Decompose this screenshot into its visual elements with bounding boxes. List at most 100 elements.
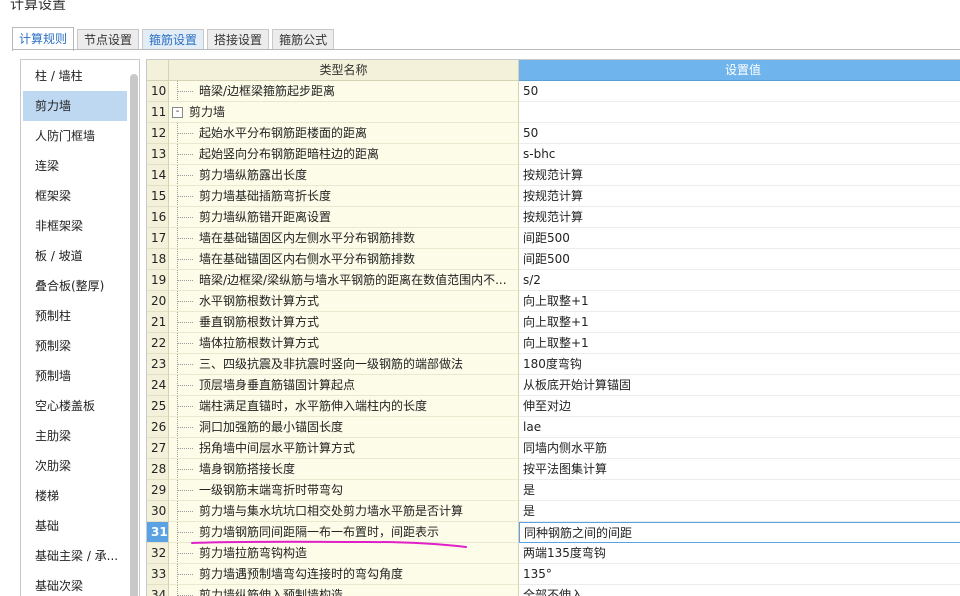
row-name-cell[interactable]: 垂直钢筋根数计算方式 bbox=[169, 312, 519, 333]
table-row[interactable]: 29 一级钢筋末端弯折时带弯勾 是 bbox=[147, 480, 960, 501]
row-name-cell[interactable]: 洞口加强筋的最小锚固长度 bbox=[169, 417, 519, 438]
sidebar-item[interactable]: 人防门框墙 bbox=[23, 121, 127, 151]
row-value-cell[interactable]: 向上取整+1 bbox=[519, 312, 960, 333]
row-value-cell[interactable]: 按规范计算 bbox=[519, 165, 960, 186]
table-row[interactable]: 23 三、四级抗震及非抗震时竖向一级钢筋的端部做法 180度弯钩 bbox=[147, 354, 960, 375]
table-row[interactable]: 27 拐角墙中间层水平筋计算方式 同墙内侧水平筋 bbox=[147, 438, 960, 459]
row-value-cell[interactable]: 180度弯钩 bbox=[519, 354, 960, 375]
row-name-cell[interactable]: 起始竖向分布钢筋距暗柱边的距离 bbox=[169, 144, 519, 165]
row-name-cell[interactable]: 墙身钢筋搭接长度 bbox=[169, 459, 519, 480]
table-row[interactable]: 15 剪力墙基础插筋弯折长度 按规范计算 bbox=[147, 186, 960, 207]
row-name-cell[interactable]: 剪力墙与集水坑坑口相交处剪力墙水平筋是否计算 bbox=[169, 501, 519, 522]
row-name-cell[interactable]: 水平钢筋根数计算方式 bbox=[169, 291, 519, 312]
row-name-cell[interactable]: 剪力墙纵筋错开距离设置 bbox=[169, 207, 519, 228]
table-row[interactable]: 32 剪力墙拉筋弯钩构造 两端135度弯钩 bbox=[147, 543, 960, 564]
row-name-cell[interactable]: 拐角墙中间层水平筋计算方式 bbox=[169, 438, 519, 459]
row-value-cell[interactable]: 伸至对边 bbox=[519, 396, 960, 417]
table-row[interactable]: 12 起始水平分布钢筋距楼面的距离 50 bbox=[147, 123, 960, 144]
row-value-cell[interactable]: 两端135度弯钩 bbox=[519, 543, 960, 564]
row-name-cell[interactable]: 剪力墙基础插筋弯折长度 bbox=[169, 186, 519, 207]
table-row[interactable]: 18 墙在基础锚固区内右侧水平分布钢筋排数 间距500 bbox=[147, 249, 960, 270]
row-value-cell[interactable]: 全部不伸入 bbox=[519, 585, 960, 596]
table-row[interactable]: 34 剪力墙纵筋伸入预制墙构造 全部不伸入 bbox=[147, 585, 960, 596]
row-value-cell[interactable]: 向上取整+1 bbox=[519, 291, 960, 312]
tab-4[interactable]: 搭接设置 bbox=[207, 29, 270, 50]
row-name-cell[interactable]: 剪力墙钢筋同间距隔一布一布置时，间距表示 bbox=[169, 522, 519, 543]
row-value-cell[interactable]: 按规范计算 bbox=[519, 207, 960, 228]
row-name-cell[interactable]: 端柱满足直锚时，水平筋伸入端柱内的长度 bbox=[169, 396, 519, 417]
row-name-cell[interactable]: 墙在基础锚固区内左侧水平分布钢筋排数 bbox=[169, 228, 519, 249]
tab-3[interactable]: 箍筋设置 bbox=[142, 29, 205, 50]
row-value-cell[interactable]: s/2 bbox=[519, 270, 960, 291]
table-row[interactable]: 33 剪力墙遇预制墙弯勾连接时的弯勾角度 135° bbox=[147, 564, 960, 585]
collapse-icon[interactable]: - bbox=[172, 107, 183, 118]
table-row[interactable]: 25 端柱满足直锚时，水平筋伸入端柱内的长度 伸至对边 bbox=[147, 396, 960, 417]
sidebar-item[interactable]: 楼梯 bbox=[23, 481, 127, 511]
row-value-cell[interactable]: 间距500 bbox=[519, 228, 960, 249]
table-row[interactable]: 31 剪力墙钢筋同间距隔一布一布置时，间距表示 同种钢筋之间的间距 bbox=[147, 522, 960, 543]
row-name-cell[interactable]: 剪力墙拉筋弯钩构造 bbox=[169, 543, 519, 564]
sidebar-item[interactable]: 预制墙 bbox=[23, 361, 127, 391]
row-name-cell[interactable]: 剪力墙纵筋伸入预制墙构造 bbox=[169, 585, 519, 596]
sidebar-item[interactable]: 预制梁 bbox=[23, 331, 127, 361]
row-name-cell[interactable]: 墙在基础锚固区内右侧水平分布钢筋排数 bbox=[169, 249, 519, 270]
table-row[interactable]: 21 垂直钢筋根数计算方式 向上取整+1 bbox=[147, 312, 960, 333]
tab-5[interactable]: 箍筋公式 bbox=[272, 29, 335, 50]
row-value-cell[interactable]: 是 bbox=[519, 480, 960, 501]
row-name-cell[interactable]: 剪力墙纵筋露出长度 bbox=[169, 165, 519, 186]
row-value-cell[interactable]: 是 bbox=[519, 501, 960, 522]
column-header-name[interactable]: 类型名称 bbox=[169, 60, 519, 81]
row-value-cell[interactable]: 50 bbox=[519, 81, 960, 102]
row-name-cell[interactable]: 暗梁/边框梁箍筋起步距离 bbox=[169, 81, 519, 102]
row-name-cell[interactable]: - 剪力墙 bbox=[169, 102, 519, 123]
row-name-cell[interactable]: 暗梁/边框梁/梁纵筋与墙水平钢筋的距离在数值范围内不... bbox=[169, 270, 519, 291]
sidebar-item[interactable]: 剪力墙 bbox=[23, 91, 127, 121]
table-row[interactable]: 10 暗梁/边框梁箍筋起步距离 50 bbox=[147, 81, 960, 102]
sidebar-item[interactable]: 连梁 bbox=[23, 151, 127, 181]
category-scrollbar[interactable] bbox=[130, 74, 138, 596]
sidebar-item[interactable]: 柱 / 墙柱 bbox=[23, 61, 127, 91]
row-value-cell[interactable]: 按规范计算 bbox=[519, 186, 960, 207]
table-row[interactable]: 30 剪力墙与集水坑坑口相交处剪力墙水平筋是否计算 是 bbox=[147, 501, 960, 522]
table-row[interactable]: 11- 剪力墙 bbox=[147, 102, 960, 123]
table-row[interactable]: 19 暗梁/边框梁/梁纵筋与墙水平钢筋的距离在数值范围内不... s/2 bbox=[147, 270, 960, 291]
row-value-cell[interactable]: 同墙内侧水平筋 bbox=[519, 438, 960, 459]
table-row[interactable]: 13 起始竖向分布钢筋距暗柱边的距离 s-bhc bbox=[147, 144, 960, 165]
sidebar-item[interactable]: 框架梁 bbox=[23, 181, 127, 211]
row-name-cell[interactable]: 起始水平分布钢筋距楼面的距离 bbox=[169, 123, 519, 144]
sidebar-item[interactable]: 次肋梁 bbox=[23, 451, 127, 481]
row-value-cell[interactable]: 间距500 bbox=[519, 249, 960, 270]
row-value-cell[interactable]: 向上取整+1 bbox=[519, 333, 960, 354]
sidebar-item[interactable]: 预制柱 bbox=[23, 301, 127, 331]
row-name-cell[interactable]: 顶层墙身垂直筋锚固计算起点 bbox=[169, 375, 519, 396]
row-value-cell[interactable]: s-bhc bbox=[519, 144, 960, 165]
table-row[interactable]: 26 洞口加强筋的最小锚固长度 lae bbox=[147, 417, 960, 438]
table-row[interactable]: 24 顶层墙身垂直筋锚固计算起点 从板底开始计算锚固 bbox=[147, 375, 960, 396]
row-name-cell[interactable]: 墙体拉筋根数计算方式 bbox=[169, 333, 519, 354]
column-header-value[interactable]: 设置值 bbox=[519, 60, 960, 81]
row-value-cell[interactable]: 50 bbox=[519, 123, 960, 144]
sidebar-item[interactable]: 基础次梁 bbox=[23, 571, 127, 596]
tab-2[interactable]: 节点设置 bbox=[77, 29, 140, 50]
row-value-cell[interactable]: 从板底开始计算锚固 bbox=[519, 375, 960, 396]
sidebar-item[interactable]: 基础 bbox=[23, 511, 127, 541]
table-row[interactable]: 22 墙体拉筋根数计算方式 向上取整+1 bbox=[147, 333, 960, 354]
sidebar-item[interactable]: 空心楼盖板 bbox=[23, 391, 127, 421]
sidebar-item[interactable]: 板 / 坡道 bbox=[23, 241, 127, 271]
table-row[interactable]: 16 剪力墙纵筋错开距离设置 按规范计算 bbox=[147, 207, 960, 228]
row-name-cell[interactable]: 一级钢筋末端弯折时带弯勾 bbox=[169, 480, 519, 501]
sidebar-item[interactable]: 叠合板(整厚) bbox=[23, 271, 127, 301]
table-row[interactable]: 28 墙身钢筋搭接长度 按平法图集计算 bbox=[147, 459, 960, 480]
row-name-cell[interactable]: 剪力墙遇预制墙弯勾连接时的弯勾角度 bbox=[169, 564, 519, 585]
row-name-cell[interactable]: 三、四级抗震及非抗震时竖向一级钢筋的端部做法 bbox=[169, 354, 519, 375]
table-row[interactable]: 17 墙在基础锚固区内左侧水平分布钢筋排数 间距500 bbox=[147, 228, 960, 249]
table-row[interactable]: 20 水平钢筋根数计算方式 向上取整+1 bbox=[147, 291, 960, 312]
row-value-cell[interactable]: 同种钢筋之间的间距 bbox=[519, 522, 960, 543]
sidebar-item[interactable]: 主肋梁 bbox=[23, 421, 127, 451]
row-value-cell[interactable]: 135° bbox=[519, 564, 960, 585]
table-row[interactable]: 14 剪力墙纵筋露出长度 按规范计算 bbox=[147, 165, 960, 186]
sidebar-item[interactable]: 基础主梁 / 承... bbox=[23, 541, 127, 571]
row-value-cell[interactable]: lae bbox=[519, 417, 960, 438]
tab-1[interactable]: 计算规则 bbox=[12, 27, 75, 51]
row-value-cell[interactable] bbox=[519, 102, 960, 123]
